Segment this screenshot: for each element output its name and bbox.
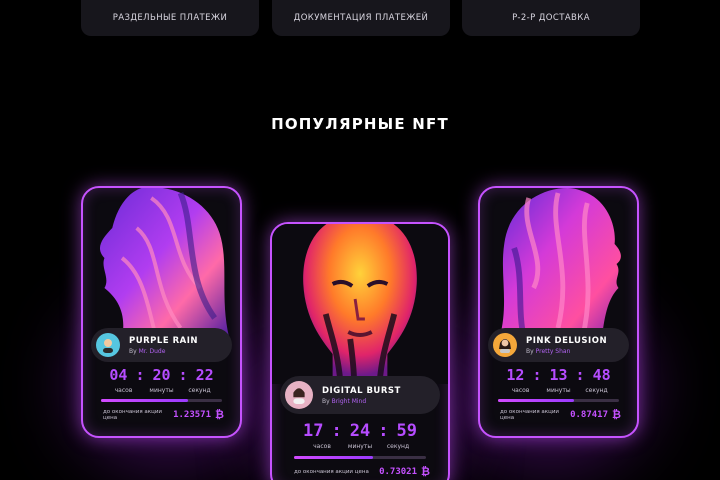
nft-name: PINK DELUSION [526, 335, 608, 346]
nft-artwork-purple-head [100, 188, 230, 338]
unit-minutes: минуты [347, 443, 373, 450]
countdown-timer: 12:13:48 [480, 366, 637, 384]
by-prefix: By [129, 347, 137, 355]
progress-fill [498, 399, 575, 402]
unit-hours: часов [313, 443, 331, 450]
unit-minutes: минуты [546, 387, 571, 394]
author-pill[interactable]: DIGITAL BURST By Bright Mind [280, 376, 440, 414]
by-prefix: By [526, 347, 534, 355]
bitcoin-icon: ₿ [612, 408, 621, 421]
author-line: By Pretty Shan [526, 348, 607, 355]
unit-seconds: секунд [585, 387, 608, 394]
countdown-timer: 04:20:22 [83, 366, 240, 384]
feature-label: P-2-P ДОСТАВКА [512, 13, 590, 23]
avatar [493, 333, 517, 357]
unit-minutes: минуты [149, 387, 174, 394]
price-label: до окончания акции цена [103, 408, 162, 421]
author-name[interactable]: Pretty Shan [536, 348, 571, 355]
author-pill[interactable]: PINK DELUSION By Pretty Shan [488, 328, 629, 362]
section-title: ПОПУЛЯРНЫЕ NFT [271, 115, 449, 133]
sale-progress-bar [294, 456, 426, 459]
author-name[interactable]: Mr. Dude [139, 348, 166, 355]
unit-seconds: секунд [386, 443, 410, 450]
sale-progress-bar [498, 399, 619, 402]
countdown-timer: 17:24:59 [272, 421, 448, 441]
timer-separator: : [575, 366, 585, 384]
timer-hours: 04 [109, 366, 128, 384]
nft-artwork-orange-face [272, 224, 448, 384]
sale-progress-bar [101, 399, 222, 402]
timer-minutes: 24 [349, 421, 371, 441]
timer-units: часов минуты секунд [480, 387, 637, 394]
timer-units: часов минуты секунд [83, 387, 240, 394]
timer-minutes: 20 [152, 366, 171, 384]
timer-seconds: 48 [592, 366, 611, 384]
price-label: до окончания акции цена [500, 408, 559, 421]
timer-hours: 17 [303, 421, 324, 441]
author-name[interactable]: Bright Mind [332, 398, 367, 405]
timer-separator: : [532, 366, 542, 384]
timer-separator: : [178, 366, 188, 384]
by-prefix: By [322, 397, 330, 405]
progress-fill [294, 456, 374, 459]
feature-label: ДОКУМЕНТАЦИЯ ПЛАТЕЖЕЙ [293, 13, 429, 23]
price-row: до окончания акции цена 1.23571 ₿ [103, 408, 224, 421]
progress-fill [101, 399, 189, 402]
nft-artwork-pink-head [499, 188, 621, 338]
author-line: By Bright Mind [322, 398, 401, 405]
bitcoin-icon: ₿ [215, 408, 224, 421]
nft-name: PURPLE RAIN [129, 335, 198, 346]
unit-hours: часов [114, 387, 133, 394]
price-value: 0.73021 [379, 466, 418, 477]
avatar [285, 381, 313, 409]
price-row: до окончания акции цена 0.87417 ₿ [500, 408, 621, 421]
timer-seconds: 59 [396, 421, 417, 441]
price-label: до окончания акции цена [294, 468, 369, 475]
feature-p2p-delivery[interactable]: P-2-P ДОСТАВКА [462, 0, 640, 36]
timer-separator: : [135, 366, 145, 384]
avatar [96, 333, 120, 357]
timer-seconds: 22 [195, 366, 214, 384]
unit-hours: часов [511, 387, 530, 394]
timer-units: часов минуты секунд [272, 443, 448, 450]
price-value: 0.87417 [570, 409, 609, 420]
timer-hours: 12 [506, 366, 525, 384]
feature-payment-docs[interactable]: ДОКУМЕНТАЦИЯ ПЛАТЕЖЕЙ [272, 0, 450, 36]
nft-card-purple-rain[interactable]: PURPLE RAIN By Mr. Dude 04:20:22 часов ми… [81, 186, 242, 438]
price-row: до окончания акции цена 0.73021 ₿ [294, 465, 430, 478]
price-value: 1.23571 [173, 409, 212, 420]
author-line: By Mr. Dude [129, 348, 198, 355]
feature-label: РАЗДЕЛЬНЫЕ ПЛАТЕЖИ [112, 13, 228, 23]
timer-separator: : [378, 421, 389, 441]
timer-minutes: 13 [549, 366, 568, 384]
nft-card-digital-burst[interactable]: DIGITAL BURST By Bright Mind 17:24:59 ча… [270, 222, 450, 480]
author-pill[interactable]: PURPLE RAIN By Mr. Dude [91, 328, 232, 362]
bitcoin-icon: ₿ [421, 465, 430, 478]
nft-name: DIGITAL BURST [322, 385, 401, 396]
timer-separator: : [331, 421, 342, 441]
nft-card-pink-delusion[interactable]: PINK DELUSION By Pretty Shan 12:13:48 ча… [478, 186, 639, 438]
feature-split-payments[interactable]: РАЗДЕЛЬНЫЕ ПЛАТЕЖИ [81, 0, 259, 36]
unit-seconds: секунд [188, 387, 211, 394]
